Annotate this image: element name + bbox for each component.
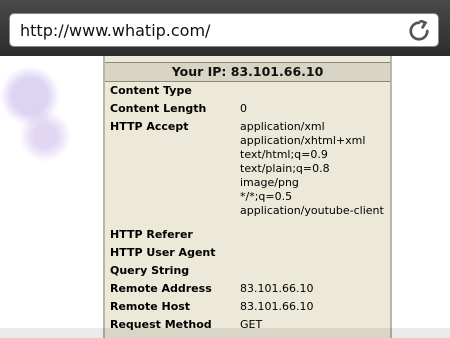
row-value: 83.101.66.10 bbox=[240, 282, 314, 295]
ip-info-panel: Your IP: 83.101.66.10 Content Type Conte… bbox=[103, 56, 392, 338]
row-value: text/plain;q=0.8 bbox=[240, 162, 330, 175]
address-bar[interactable]: http://www.whatip.com/ bbox=[9, 13, 439, 47]
background-decoration bbox=[0, 56, 100, 338]
row-value: application/xhtml+xml bbox=[240, 134, 366, 147]
row-value: image/png bbox=[240, 176, 299, 189]
row-key: HTTP Accept bbox=[110, 120, 189, 133]
row-value: text/html;q=0.9 bbox=[240, 148, 328, 161]
row-key: Query String bbox=[110, 264, 190, 277]
row-value: application/youtube-client bbox=[240, 204, 384, 217]
row-value: */*;q=0.5 bbox=[240, 190, 293, 203]
bottom-edge-shadow bbox=[0, 328, 450, 338]
ip-header: Your IP: 83.101.66.10 bbox=[105, 62, 390, 82]
row-key: Content Length bbox=[110, 102, 207, 115]
row-key: HTTP Referer bbox=[110, 228, 193, 241]
ip-header-text: Your IP: 83.101.66.10 bbox=[171, 64, 324, 79]
row-key: HTTP User Agent bbox=[110, 246, 216, 259]
browser-toolbar: http://www.whatip.com/ bbox=[0, 0, 450, 56]
row-key: Remote Address bbox=[110, 282, 212, 295]
refresh-icon[interactable] bbox=[408, 20, 430, 42]
row-key: Remote Host bbox=[110, 300, 191, 313]
row-key: Content Type bbox=[110, 84, 192, 97]
url-text[interactable]: http://www.whatip.com/ bbox=[20, 21, 210, 40]
row-value: 0 bbox=[240, 102, 247, 115]
row-value: 83.101.66.10 bbox=[240, 300, 314, 313]
row-value: application/xml bbox=[240, 120, 325, 133]
